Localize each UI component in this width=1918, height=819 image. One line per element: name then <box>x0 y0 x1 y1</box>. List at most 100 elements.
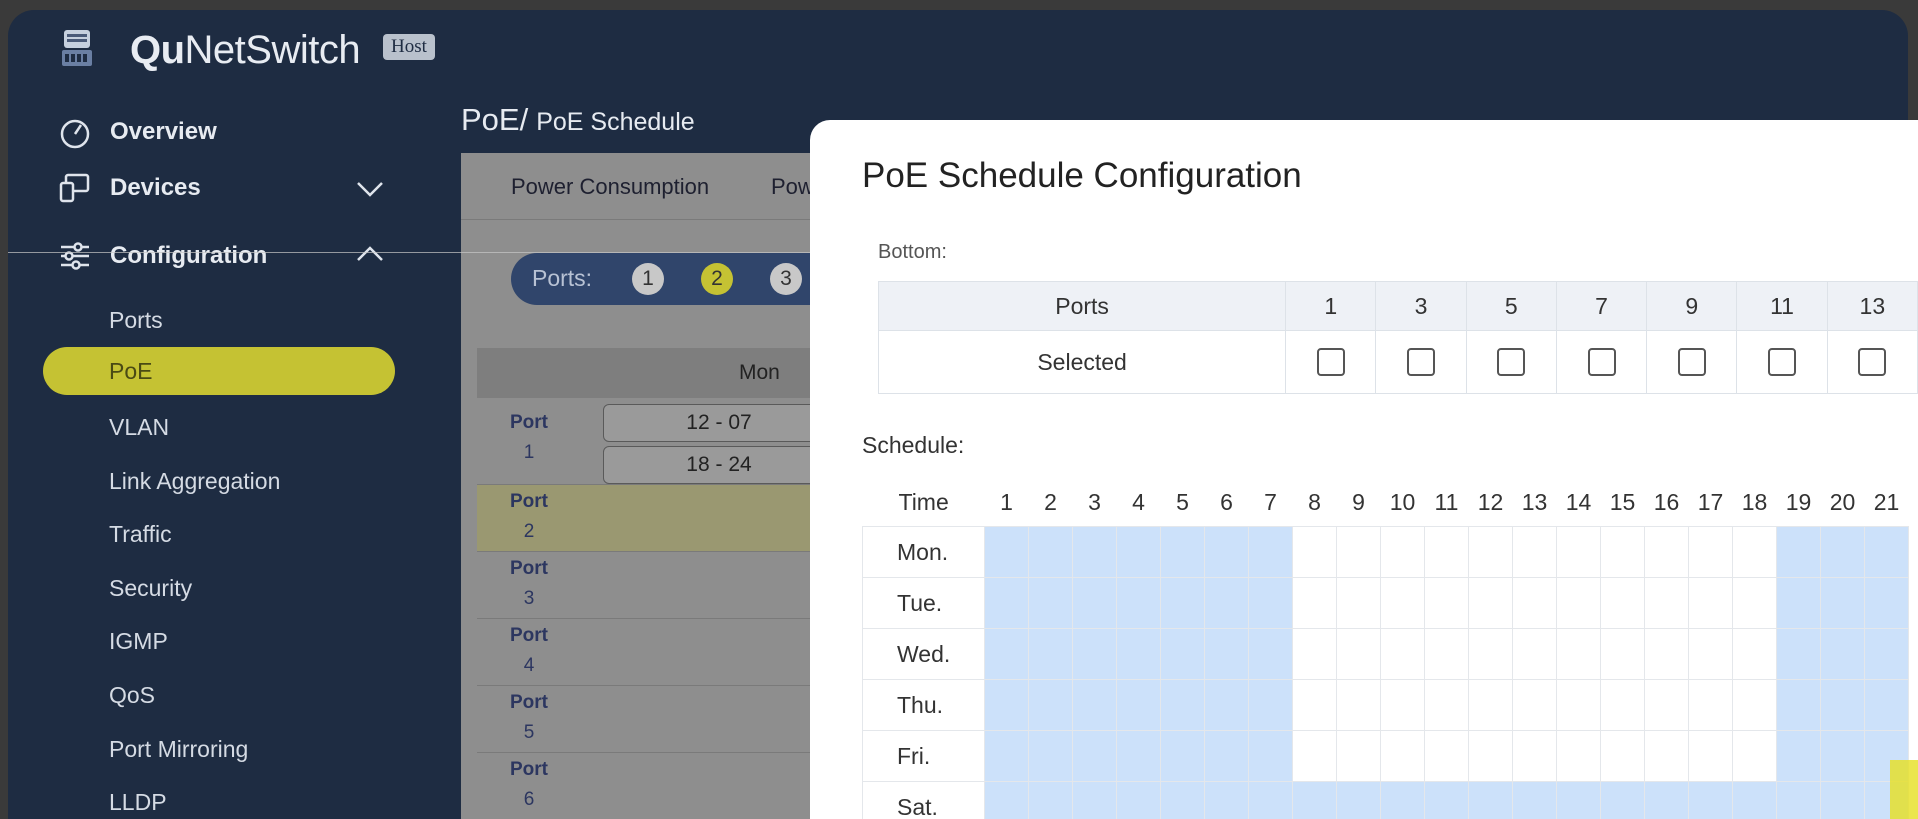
schedule-cell[interactable] <box>1468 526 1513 578</box>
schedule-cell[interactable] <box>1380 679 1425 731</box>
schedule-cell[interactable] <box>1028 628 1073 680</box>
schedule-cell[interactable] <box>1644 526 1689 578</box>
nav-devices[interactable]: Devices <box>58 170 201 206</box>
schedule-cell[interactable] <box>1424 628 1469 680</box>
schedule-cell[interactable] <box>1468 781 1513 819</box>
schedule-cell[interactable] <box>1732 781 1777 819</box>
schedule-cell[interactable] <box>1028 526 1073 578</box>
schedule-cell[interactable] <box>1820 679 1865 731</box>
schedule-cell[interactable] <box>984 730 1029 782</box>
schedule-cell[interactable] <box>1116 679 1161 731</box>
schedule-cell[interactable] <box>1336 679 1381 731</box>
schedule-cell[interactable] <box>1512 577 1557 629</box>
port-checkbox[interactable] <box>1587 348 1616 377</box>
sidebar-item-lldp[interactable]: LLDP <box>109 787 167 817</box>
schedule-cell[interactable] <box>1380 628 1425 680</box>
schedule-cell[interactable] <box>1204 526 1249 578</box>
schedule-cell[interactable] <box>1688 526 1733 578</box>
sidebar-item-qos[interactable]: QoS <box>109 680 155 710</box>
schedule-cell[interactable] <box>1424 730 1469 782</box>
schedule-cell[interactable] <box>1072 526 1117 578</box>
schedule-cell[interactable] <box>1336 781 1381 819</box>
schedule-cell[interactable] <box>1248 730 1293 782</box>
schedule-cell[interactable] <box>1424 577 1469 629</box>
schedule-cell[interactable] <box>984 781 1029 819</box>
sidebar-item-link-aggregation[interactable]: Link Aggregation <box>109 466 280 496</box>
schedule-cell[interactable] <box>1028 577 1073 629</box>
schedule-cell[interactable] <box>1732 730 1777 782</box>
schedule-cell[interactable] <box>1776 628 1821 680</box>
port-checkbox[interactable] <box>1677 348 1706 377</box>
sidebar-item-traffic[interactable]: Traffic <box>109 519 172 549</box>
schedule-cell[interactable] <box>1600 781 1645 819</box>
port-row[interactable]: Port 4 <box>477 619 841 686</box>
schedule-cell[interactable] <box>1512 679 1557 731</box>
port-checkbox[interactable] <box>1768 348 1797 377</box>
tab-power[interactable]: Pow <box>771 174 814 200</box>
sidebar-item-vlan[interactable]: VLAN <box>109 412 169 442</box>
schedule-cell[interactable] <box>1424 526 1469 578</box>
chevron-up-icon[interactable] <box>353 238 387 272</box>
schedule-cell[interactable] <box>1160 781 1205 819</box>
schedule-cell[interactable] <box>1512 628 1557 680</box>
schedule-cell[interactable] <box>1204 781 1249 819</box>
schedule-cell[interactable] <box>1072 577 1117 629</box>
port-row[interactable]: Port 2 <box>477 485 841 552</box>
schedule-cell[interactable] <box>1336 526 1381 578</box>
schedule-cell[interactable] <box>1600 628 1645 680</box>
schedule-cell[interactable] <box>1644 679 1689 731</box>
schedule-cell[interactable] <box>1248 526 1293 578</box>
schedule-cell[interactable] <box>1556 730 1601 782</box>
nav-overview[interactable]: Overview <box>58 114 217 150</box>
port-row[interactable]: Port 3 <box>477 552 841 619</box>
schedule-cell[interactable] <box>1468 628 1513 680</box>
schedule-cell[interactable] <box>1644 577 1689 629</box>
schedule-cell[interactable] <box>1072 628 1117 680</box>
schedule-cell[interactable] <box>1820 526 1865 578</box>
port-button-1[interactable]: 1 <box>632 263 664 295</box>
port-row[interactable]: Port 5 <box>477 686 841 753</box>
schedule-cell[interactable] <box>1424 679 1469 731</box>
schedule-cell[interactable] <box>1248 577 1293 629</box>
schedule-cell[interactable] <box>1644 781 1689 819</box>
schedule-cell[interactable] <box>1732 628 1777 680</box>
schedule-cell[interactable] <box>1776 679 1821 731</box>
schedule-cell[interactable] <box>1292 679 1337 731</box>
port-checkbox[interactable] <box>1407 348 1436 377</box>
chevron-down-icon[interactable] <box>353 171 387 205</box>
schedule-cell[interactable] <box>1512 781 1557 819</box>
schedule-cell[interactable] <box>1820 730 1865 782</box>
port-button-2[interactable]: 2 <box>701 263 733 295</box>
schedule-cell[interactable] <box>1380 577 1425 629</box>
schedule-cell[interactable] <box>1204 730 1249 782</box>
schedule-cell[interactable] <box>1028 679 1073 731</box>
schedule-cell[interactable] <box>1600 526 1645 578</box>
schedule-cell[interactable] <box>1248 781 1293 819</box>
schedule-cell[interactable] <box>1336 628 1381 680</box>
schedule-cell[interactable] <box>1028 730 1073 782</box>
time-range-button[interactable]: 18 - 24 <box>603 446 835 484</box>
schedule-cell[interactable] <box>984 679 1029 731</box>
schedule-cell[interactable] <box>1160 526 1205 578</box>
schedule-cell[interactable] <box>1292 730 1337 782</box>
schedule-cell[interactable] <box>1556 577 1601 629</box>
schedule-cell[interactable] <box>1820 577 1865 629</box>
schedule-cell[interactable] <box>1732 577 1777 629</box>
schedule-cell[interactable] <box>1776 781 1821 819</box>
schedule-cell[interactable] <box>1072 781 1117 819</box>
schedule-cell[interactable] <box>1688 679 1733 731</box>
sidebar-item-security[interactable]: Security <box>109 573 192 603</box>
sidebar-item-port-mirroring[interactable]: Port Mirroring <box>109 734 248 764</box>
schedule-cell[interactable] <box>1732 679 1777 731</box>
schedule-cell[interactable] <box>1688 577 1733 629</box>
schedule-cell[interactable] <box>1292 577 1337 629</box>
schedule-cell[interactable] <box>1248 628 1293 680</box>
schedule-cell[interactable] <box>1160 628 1205 680</box>
port-checkbox[interactable] <box>1858 348 1887 377</box>
schedule-cell[interactable] <box>1292 628 1337 680</box>
nav-configuration[interactable]: Configuration <box>58 238 267 274</box>
tab-power-consumption[interactable]: Power Consumption <box>511 174 709 200</box>
schedule-cell[interactable] <box>1424 781 1469 819</box>
schedule-cell[interactable] <box>1556 781 1601 819</box>
schedule-cell[interactable] <box>1556 679 1601 731</box>
